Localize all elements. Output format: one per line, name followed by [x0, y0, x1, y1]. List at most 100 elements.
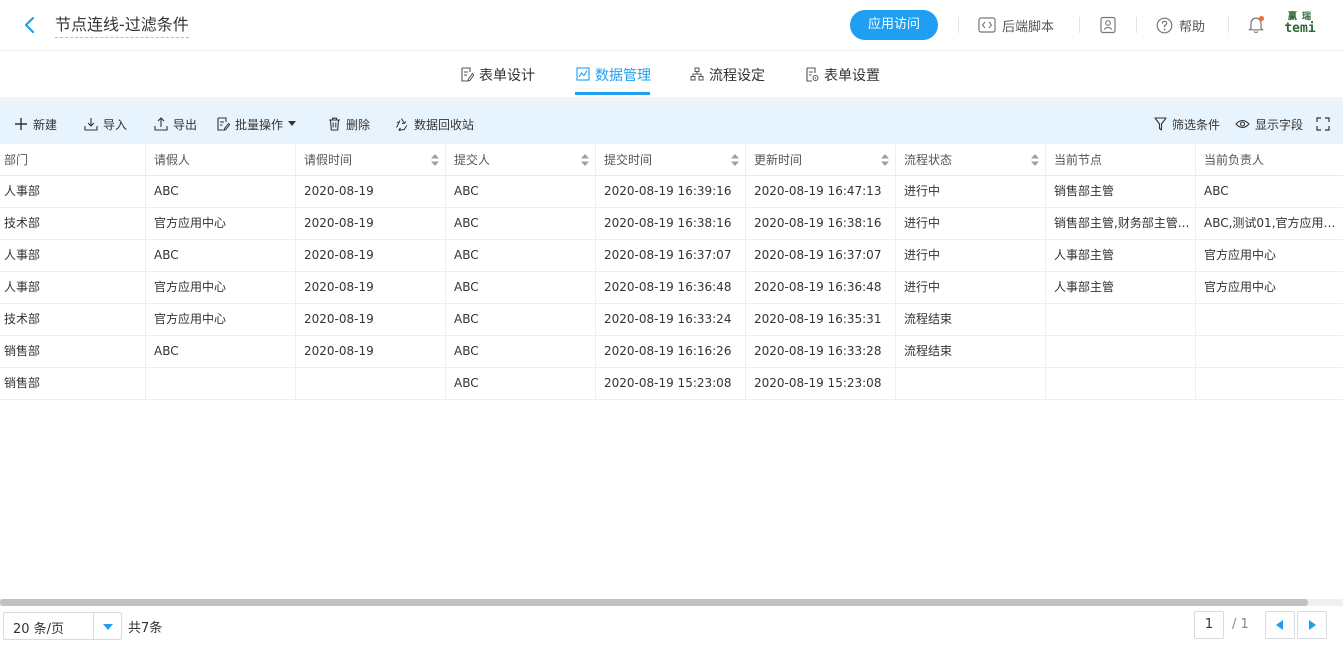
new-label: 新建	[33, 117, 58, 132]
column-header-current-owner[interactable]: 当前负责人	[1196, 144, 1343, 175]
filter-icon	[1154, 117, 1167, 131]
table-row[interactable]: 销售部 ABC 2020-08-19 15:23:08 2020-08-19 15:2…	[0, 368, 1343, 400]
table-row[interactable]: 人事部 官方应用中心 2020-08-19 ABC 2020-08-19 16:36:4…	[0, 272, 1343, 304]
sort-icon[interactable]	[1031, 154, 1039, 166]
table-cell: 2020-08-19 16:33:28	[746, 336, 896, 367]
trash-icon	[329, 117, 340, 131]
notification-dot	[1259, 16, 1264, 21]
current-page-input[interactable]: 1	[1194, 611, 1224, 639]
tab-form-settings[interactable]: 表单设置	[805, 65, 880, 97]
delete-button[interactable]: 删除	[328, 115, 370, 133]
module-tabs: 表单设计 数据管理 流程设定 表单设置	[0, 51, 1343, 97]
new-button[interactable]: 新建	[14, 115, 57, 133]
tab-form-design[interactable]: 表单设计	[460, 65, 535, 97]
sort-icon[interactable]	[881, 154, 889, 166]
tab-flow-settings[interactable]: 流程设定	[690, 65, 765, 97]
code-icon	[978, 17, 996, 33]
caret-down-icon	[288, 121, 297, 126]
table-cell: ABC	[146, 240, 296, 271]
help-button[interactable]: 帮助	[1156, 15, 1205, 35]
next-page-button[interactable]	[1297, 611, 1327, 639]
prev-page-button[interactable]	[1265, 611, 1295, 639]
table-cell: ABC	[146, 176, 296, 207]
batch-operations-dropdown[interactable]: 批量操作	[216, 115, 297, 133]
export-label: 导出	[173, 117, 198, 132]
table-body: 人事部 ABC 2020-08-19 ABC 2020-08-19 16:39:16 20…	[0, 176, 1343, 400]
header-divider	[1136, 17, 1137, 33]
table-row[interactable]: 技术部 官方应用中心 2020-08-19 ABC 2020-08-19 16:33:2…	[0, 304, 1343, 336]
eye-icon	[1235, 119, 1250, 129]
table-cell: 人事部	[0, 272, 146, 303]
import-button[interactable]: 导入	[84, 115, 127, 133]
export-button[interactable]: 导出	[154, 115, 197, 133]
table-cell: ABC	[446, 304, 596, 335]
flow-icon	[690, 67, 704, 81]
column-header-flow-status[interactable]: 流程状态	[896, 144, 1046, 175]
form-settings-icon	[806, 67, 819, 82]
display-fields-button[interactable]: 显示字段	[1235, 115, 1303, 133]
table-cell: 2020-08-19	[296, 208, 446, 239]
table-cell: 2020-08-19	[296, 272, 446, 303]
batch-operations-label: 批量操作	[235, 117, 284, 132]
notification-bell-icon[interactable]	[1248, 16, 1264, 38]
scrollbar-thumb[interactable]	[0, 599, 1308, 606]
fullscreen-icon[interactable]	[1316, 115, 1335, 133]
column-header-leave-person[interactable]: 请假人	[146, 144, 296, 175]
display-fields-label: 显示字段	[1255, 117, 1304, 132]
dropdown-arrow-icon[interactable]	[93, 613, 121, 639]
column-header-update-time[interactable]: 更新时间	[746, 144, 896, 175]
table-cell: 人事部主管	[1046, 240, 1196, 271]
table-cell	[896, 368, 1046, 399]
table-cell: 技术部	[0, 304, 146, 335]
table-row[interactable]: 人事部 ABC 2020-08-19 ABC 2020-08-19 16:37:07 20…	[0, 240, 1343, 272]
column-header-label: 流程状态	[904, 153, 953, 167]
table-cell: 销售部	[0, 368, 146, 399]
logo-text-en: temi	[1284, 21, 1316, 36]
contacts-button[interactable]	[1099, 15, 1123, 35]
import-label: 导入	[103, 117, 128, 132]
column-header-submit-time[interactable]: 提交时间	[596, 144, 746, 175]
column-header-current-node[interactable]: 当前节点	[1046, 144, 1196, 175]
table-cell: 2020-08-19 16:39:16	[596, 176, 746, 207]
brand-logo: 赢 瑞 temi	[1283, 12, 1317, 38]
table-cell	[296, 368, 446, 399]
app-title[interactable]: 节点连线-过滤条件	[55, 15, 189, 38]
column-header-label: 提交时间	[604, 153, 653, 167]
table-cell	[1046, 336, 1196, 367]
header-divider	[1228, 17, 1229, 33]
total-pages: / 1	[1232, 617, 1249, 632]
back-arrow-icon[interactable]	[20, 14, 40, 36]
table-cell	[1046, 368, 1196, 399]
backend-script-button[interactable]: 后端脚本	[978, 15, 1054, 35]
horizontal-scrollbar[interactable]	[0, 599, 1343, 606]
sort-icon[interactable]	[731, 154, 739, 166]
backend-script-label: 后端脚本	[1002, 19, 1055, 35]
column-header-department[interactable]: 部门	[0, 144, 146, 175]
app-visit-button[interactable]: 应用访问	[850, 10, 938, 40]
page-size-value: 20 条/页	[13, 622, 65, 637]
column-header-label: 请假时间	[304, 153, 353, 167]
column-header-leave-time[interactable]: 请假时间	[296, 144, 446, 175]
page-size-select[interactable]: 20 条/页	[3, 612, 122, 640]
table-cell: 2020-08-19	[296, 336, 446, 367]
tab-label: 流程设定	[709, 68, 765, 84]
filter-conditions-button[interactable]: 筛选条件	[1154, 115, 1220, 133]
table-cell: 人事部	[0, 176, 146, 207]
table-row[interactable]: 销售部 ABC 2020-08-19 ABC 2020-08-19 16:16:26 20…	[0, 336, 1343, 368]
table-cell: 官方应用中心	[146, 304, 296, 335]
table-cell: 流程结束	[896, 304, 1046, 335]
column-header-submitter[interactable]: 提交人	[446, 144, 596, 175]
sort-icon[interactable]	[581, 154, 589, 166]
help-label: 帮助	[1179, 19, 1206, 35]
sort-icon[interactable]	[431, 154, 439, 166]
table-cell: 人事部主管	[1046, 272, 1196, 303]
header-divider	[958, 17, 959, 33]
table-cell: ABC	[446, 336, 596, 367]
table-cell: 2020-08-19	[296, 176, 446, 207]
column-header-label: 当前节点	[1054, 153, 1103, 167]
table-cell	[1196, 368, 1343, 399]
contact-card-icon	[1100, 16, 1116, 34]
table-row[interactable]: 技术部 官方应用中心 2020-08-19 ABC 2020-08-19 16:38:1…	[0, 208, 1343, 240]
table-row[interactable]: 人事部 ABC 2020-08-19 ABC 2020-08-19 16:39:16 20…	[0, 176, 1343, 208]
recycle-bin-button[interactable]: 数据回收站	[394, 115, 474, 133]
